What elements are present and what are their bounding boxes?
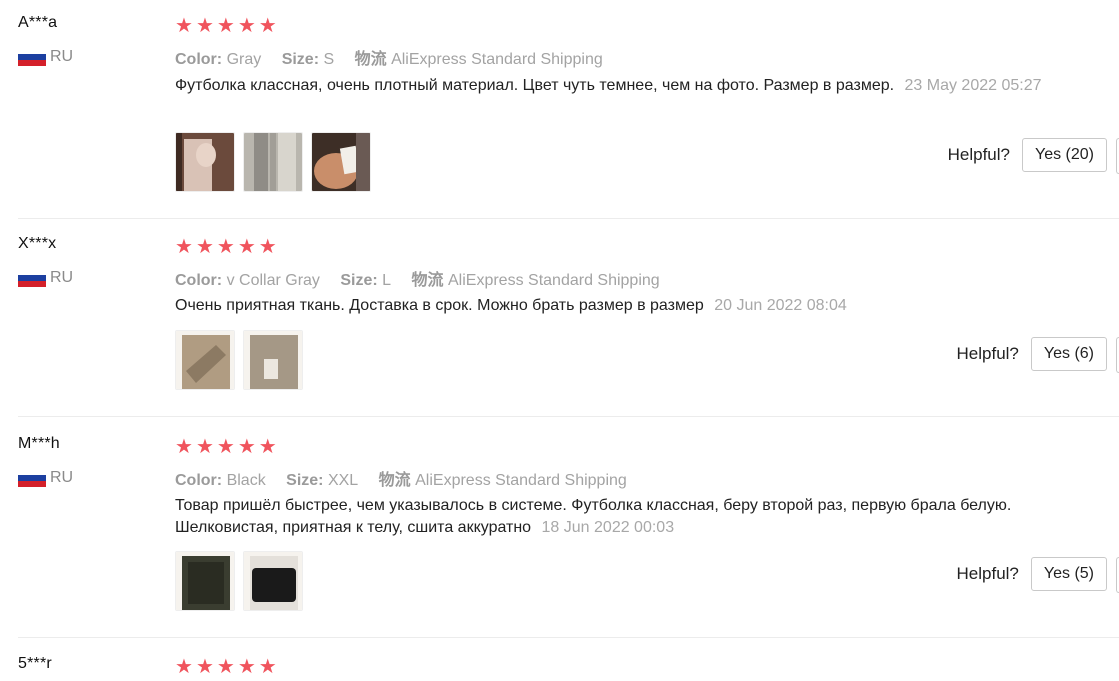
shipping-value: AliExpress Standard Shipping [391, 51, 603, 68]
review-photo[interactable] [175, 132, 235, 192]
star-icon: ★ [258, 656, 277, 678]
reviewer-country: RU [18, 469, 73, 487]
helpful-section: Helpful? Yes (5) [957, 557, 1107, 591]
reviewer-name: 5***r [18, 655, 52, 672]
helpful-yes-button[interactable]: Yes (6) [1030, 337, 1107, 371]
helpful-yes-button[interactable]: Yes (20) [1022, 138, 1107, 172]
star-icon: ★ [195, 15, 214, 37]
size-value: XXL [327, 472, 359, 489]
reviewer-name: X***x [18, 235, 57, 252]
sku-info: Color: v Collar Gray Size: L 物流 AliExpre… [175, 266, 660, 290]
russia-flag-icon [18, 48, 46, 66]
shipping-label: 物流 [354, 51, 387, 68]
star-icon: ★ [216, 15, 235, 37]
star-icon: ★ [237, 15, 256, 37]
helpful-label: Helpful? [956, 564, 1019, 583]
color-label: Color: [175, 51, 223, 68]
review-text: Очень приятная ткань. Доставка в срок. М… [175, 295, 1055, 317]
size-label: Size: [286, 472, 324, 489]
helpful-label: Helpful? [947, 145, 1010, 164]
review-text: Товар пришёл быстрее, чем указывалось в … [175, 495, 1055, 539]
review-body: Очень приятная ткань. Доставка в срок. М… [175, 297, 704, 314]
size-value: S [323, 51, 335, 68]
review-photo[interactable] [243, 551, 303, 611]
review-1: A***a RU ★ ★ ★ ★ ★ Color: Gray Size: S 物… [0, 0, 1119, 218]
star-icon: ★ [175, 236, 193, 258]
sku-info: Color: Black Size: XXL 物流 AliExpress Sta… [175, 466, 627, 490]
star-icon: ★ [258, 436, 277, 458]
shipping-value: AliExpress Standard Shipping [448, 272, 660, 289]
russia-flag-icon [18, 469, 46, 487]
star-icon: ★ [195, 236, 214, 258]
size-value: L [382, 272, 392, 289]
review-photo[interactable] [243, 330, 303, 390]
star-icon: ★ [237, 236, 256, 258]
country-code: RU [50, 469, 74, 486]
helpful-section: Helpful? Yes (20) [948, 138, 1107, 172]
reviewer-name: M***h [18, 435, 60, 452]
star-icon: ★ [175, 436, 193, 458]
size-label: Size: [281, 51, 320, 68]
star-icon: ★ [216, 436, 235, 458]
star-rating: ★ ★ ★ ★ ★ [175, 16, 277, 36]
color-value: v Collar Gray [226, 272, 320, 289]
review-photo[interactable] [175, 330, 235, 390]
shipping-label: 物流 [378, 472, 411, 489]
star-icon: ★ [216, 656, 235, 678]
star-rating: ★ ★ ★ ★ ★ [175, 657, 277, 677]
review-date: 23 May 2022 05:27 [904, 77, 1042, 94]
review-photos [175, 551, 303, 611]
star-icon: ★ [237, 436, 256, 458]
star-icon: ★ [258, 236, 277, 258]
shipping-label: 物流 [411, 272, 444, 289]
review-photo[interactable] [243, 132, 303, 192]
review-4: 5***r ★ ★ ★ ★ ★ [0, 638, 1119, 681]
star-rating: ★ ★ ★ ★ ★ [175, 237, 277, 257]
review-photos [175, 132, 371, 192]
review-2: X***x RU ★ ★ ★ ★ ★ Color: v Collar Gray … [0, 219, 1119, 416]
review-photo[interactable] [175, 551, 235, 611]
star-icon: ★ [195, 656, 214, 678]
russia-flag-icon [18, 269, 46, 287]
review-text: Футболка классная, очень плотный материа… [175, 75, 1055, 97]
helpful-yes-button[interactable]: Yes (5) [1030, 557, 1107, 591]
color-value: Black [226, 472, 266, 489]
review-body: Футболка классная, очень плотный материа… [175, 77, 895, 94]
star-icon: ★ [175, 15, 193, 37]
reviewer-country: RU [18, 48, 73, 66]
star-icon: ★ [175, 656, 193, 678]
country-code: RU [50, 48, 74, 65]
reviewer-country: RU [18, 269, 73, 287]
star-icon: ★ [216, 236, 235, 258]
star-icon: ★ [195, 436, 214, 458]
sku-info: Color: Gray Size: S 物流 AliExpress Standa… [175, 45, 603, 69]
shipping-value: AliExpress Standard Shipping [415, 472, 627, 489]
star-icon: ★ [258, 15, 277, 37]
review-3: M***h RU ★ ★ ★ ★ ★ Color: Black Size: XX… [0, 417, 1119, 637]
star-icon: ★ [237, 656, 256, 678]
color-value: Gray [226, 51, 262, 68]
color-label: Color: [175, 472, 223, 489]
size-label: Size: [340, 272, 378, 289]
reviewer-name: A***a [18, 14, 58, 31]
helpful-section: Helpful? Yes (6) [957, 337, 1107, 371]
color-label: Color: [175, 272, 223, 289]
review-date: 20 Jun 2022 08:04 [714, 297, 847, 314]
helpful-label: Helpful? [956, 344, 1019, 363]
star-rating: ★ ★ ★ ★ ★ [175, 437, 277, 457]
review-date: 18 Jun 2022 00:03 [541, 519, 675, 536]
review-photos [175, 330, 303, 390]
country-code: RU [50, 269, 74, 286]
review-photo[interactable] [311, 132, 371, 192]
